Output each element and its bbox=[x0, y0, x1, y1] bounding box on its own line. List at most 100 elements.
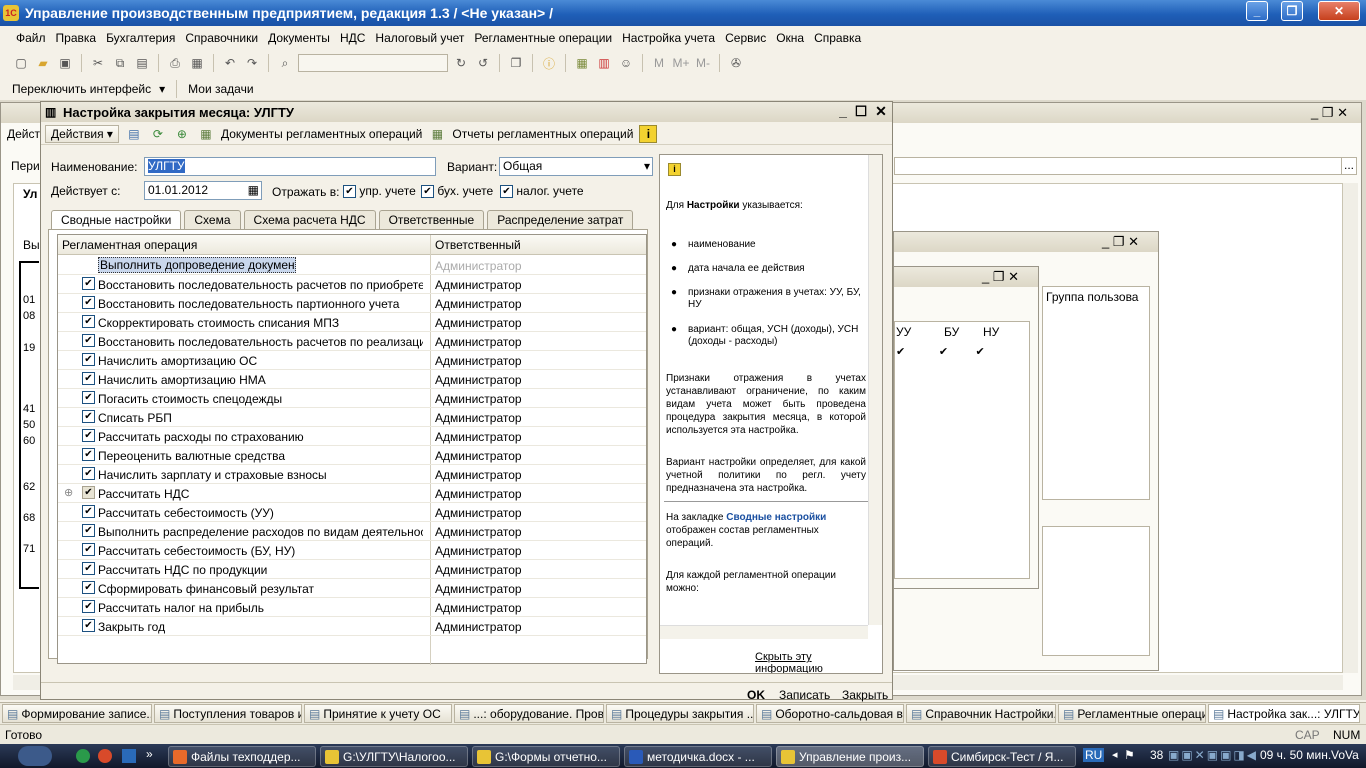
calculator-icon[interactable]: ▦ bbox=[573, 54, 591, 72]
bg-vertical-scrollbar[interactable] bbox=[1343, 183, 1358, 673]
window-tab[interactable]: ▤ Регламентные операции bbox=[1058, 704, 1206, 723]
row-checkbox[interactable]: ✔ bbox=[82, 448, 95, 461]
bg-settings-controls[interactable]: _ ❐ ✕ bbox=[982, 269, 1019, 285]
post-icon[interactable]: ▤ bbox=[125, 125, 143, 143]
window-tab[interactable]: ▤...: оборудование. Пров... bbox=[454, 704, 604, 723]
table-row[interactable]: ✔ Рассчитать НДС по продукции Администрато… bbox=[58, 560, 646, 579]
table-row[interactable]: ✔ Рассчитать налог на прибыль Администрато… bbox=[58, 598, 646, 617]
table-row[interactable]: ✔ Закрыть год Администратор bbox=[58, 617, 646, 636]
my-tasks-button[interactable]: Мои задачи bbox=[188, 82, 253, 96]
paste-icon[interactable]: ▤ bbox=[133, 54, 151, 72]
find-next-icon[interactable]: ↻ bbox=[452, 54, 470, 72]
regulatory-reports-button[interactable]: Отчеты регламентных операций bbox=[452, 127, 633, 141]
utorrent-icon[interactable] bbox=[76, 749, 90, 763]
menu-edit[interactable]: Правка bbox=[56, 31, 97, 45]
find-prev-icon[interactable]: ↺ bbox=[474, 54, 492, 72]
menu-accounting-settings[interactable]: Настройка учета bbox=[622, 31, 715, 45]
row-checkbox[interactable]: ✔ bbox=[82, 315, 95, 328]
table-row[interactable]: ✔ Начислить зарплату и страховые взносы Ад… bbox=[58, 465, 646, 484]
task-forms[interactable]: G:\Формы отчетно... bbox=[472, 746, 620, 767]
row-checkbox[interactable]: ✔ bbox=[82, 296, 95, 309]
name-input[interactable]: УЛГТУ bbox=[144, 157, 436, 176]
save-button[interactable]: Записать bbox=[779, 688, 830, 702]
table-row[interactable]: ✔ Сформировать финансовый результат Админи… bbox=[58, 579, 646, 598]
table-row[interactable]: ✔ ⊕ Рассчитать НДС Администратор bbox=[58, 484, 646, 503]
task-word[interactable]: методичка.docx - ... bbox=[624, 746, 772, 767]
open-icon[interactable]: ▰ bbox=[34, 54, 52, 72]
tab-scheme[interactable]: Схема bbox=[184, 210, 241, 230]
table-row[interactable]: ✔ Рассчитать расходы по страхованию Админи… bbox=[58, 427, 646, 446]
tab-responsible[interactable]: Ответственные bbox=[378, 210, 485, 230]
calendar-icon[interactable]: ▥ bbox=[595, 54, 613, 72]
menu-regulatory[interactable]: Регламентные операции bbox=[474, 31, 612, 45]
search-icon[interactable]: ⌕ bbox=[276, 54, 294, 72]
table-row[interactable]: ✔ Рассчитать себестоимость (БУ, НУ) Админи… bbox=[58, 541, 646, 560]
help-vertical-scrollbar[interactable] bbox=[868, 155, 882, 625]
tab-cost-distribution[interactable]: Распределение затрат bbox=[487, 210, 634, 230]
restore-button[interactable]: ❐ bbox=[1281, 1, 1303, 21]
dialog-minimize-button[interactable]: _ bbox=[834, 103, 852, 119]
row-checkbox[interactable]: ✔ bbox=[82, 391, 95, 404]
copy-doc-icon[interactable]: ⊕ bbox=[173, 125, 191, 143]
start-button-icon[interactable] bbox=[18, 746, 52, 766]
save-icon[interactable]: ▣ bbox=[56, 54, 74, 72]
row-checkbox[interactable]: ✔ bbox=[82, 353, 95, 366]
row-checkbox[interactable]: ✔ bbox=[82, 600, 95, 613]
table-row[interactable]: ✔ Начислить амортизацию НМА Администратор bbox=[58, 370, 646, 389]
tray-arrow-icon[interactable]: ◂ bbox=[1112, 748, 1118, 761]
preview-icon[interactable]: ▦ bbox=[188, 54, 206, 72]
task-browser[interactable]: Симбирск-Тест / Я... bbox=[928, 746, 1076, 767]
menu-directories[interactable]: Справочники bbox=[185, 31, 258, 45]
date-input[interactable]: 01.01.2012 ▦ bbox=[144, 181, 262, 200]
help-horizontal-scrollbar[interactable] bbox=[660, 625, 868, 639]
row-checkbox[interactable]: ✔ bbox=[82, 334, 95, 347]
menu-help[interactable]: Справка bbox=[814, 31, 861, 45]
bg-select-button[interactable]: ... bbox=[1341, 157, 1357, 175]
menu-documents[interactable]: Документы bbox=[268, 31, 330, 45]
refresh-icon[interactable]: ⟳ bbox=[149, 125, 167, 143]
row-checkbox[interactable]: ✔ bbox=[82, 543, 95, 556]
table-row[interactable]: Выполнить допроведение документов Админис… bbox=[58, 256, 646, 275]
undo-icon[interactable]: ↶ bbox=[221, 54, 239, 72]
window-tab[interactable]: ▤ Формирование записе... bbox=[2, 704, 152, 723]
info-icon[interactable]: i bbox=[639, 124, 658, 143]
window-tab[interactable]: ▤ Справочник Настройки... bbox=[906, 704, 1056, 723]
upr-checkbox[interactable]: ✔ упр. учете bbox=[343, 184, 416, 199]
task-1c[interactable]: Управление произ... bbox=[776, 746, 924, 767]
window-tab[interactable]: ▤ Принятие к учету ОС bbox=[304, 704, 452, 723]
bg-period-input[interactable] bbox=[894, 157, 1357, 175]
window-tab[interactable]: ▤ Настройка зак...: УЛГТУ bbox=[1208, 704, 1360, 723]
redo-icon[interactable]: ↷ bbox=[243, 54, 261, 72]
row-checkbox[interactable]: ✔ bbox=[82, 410, 95, 423]
dialog-close-button[interactable]: ✕ bbox=[872, 103, 890, 120]
window-tab[interactable]: ▤ Оборотно-сальдовая в... bbox=[756, 704, 904, 723]
bg-actions-menu[interactable]: Дейст bbox=[7, 127, 40, 141]
actions-menu-button[interactable]: Действия ▾ bbox=[45, 124, 119, 143]
bg-users-controls[interactable]: _ ❐ ✕ bbox=[1102, 234, 1139, 250]
table-row[interactable]: ✔ Переоценить валютные средства Администра… bbox=[58, 446, 646, 465]
tools-icon[interactable]: ✇ bbox=[727, 54, 745, 72]
menu-tax[interactable]: Налоговый учет bbox=[375, 31, 464, 45]
close-button[interactable]: ✕ bbox=[1318, 1, 1360, 21]
row-checkbox[interactable]: ✔ bbox=[82, 486, 95, 499]
dialog-maximize-button[interactable]: ☐ bbox=[852, 103, 870, 120]
expand-icon[interactable]: ⊕ bbox=[64, 486, 73, 499]
info-icon[interactable]: ⓘ bbox=[540, 54, 558, 72]
cut-icon[interactable]: ✂ bbox=[89, 54, 107, 72]
menu-file[interactable]: Файл bbox=[16, 31, 46, 45]
table-row[interactable]: ✔ Выполнить распределение расходов по вид… bbox=[58, 522, 646, 541]
row-checkbox[interactable]: ✔ bbox=[82, 467, 95, 480]
chrome-icon[interactable] bbox=[98, 749, 112, 763]
search-input[interactable] bbox=[298, 54, 448, 72]
print-icon[interactable]: ⎙ bbox=[166, 54, 184, 72]
tab-vat-scheme[interactable]: Схема расчета НДС bbox=[243, 210, 376, 230]
memory-m-icon[interactable]: M bbox=[650, 54, 668, 72]
table-row[interactable]: ✔ Восстановить последовательность расчето… bbox=[58, 332, 646, 351]
row-checkbox[interactable]: ✔ bbox=[82, 562, 95, 575]
table-row[interactable]: ✔ Рассчитать себестоимость (УУ) Администра… bbox=[58, 503, 646, 522]
menu-accounting[interactable]: Бухгалтерия bbox=[106, 31, 175, 45]
row-checkbox[interactable]: ✔ bbox=[82, 277, 95, 290]
window-tab[interactable]: ▤ Процедуры закрытия ... bbox=[606, 704, 754, 723]
switch-interface-button[interactable]: Переключить интерфейс bbox=[12, 82, 151, 96]
menu-vat[interactable]: НДС bbox=[340, 31, 365, 45]
